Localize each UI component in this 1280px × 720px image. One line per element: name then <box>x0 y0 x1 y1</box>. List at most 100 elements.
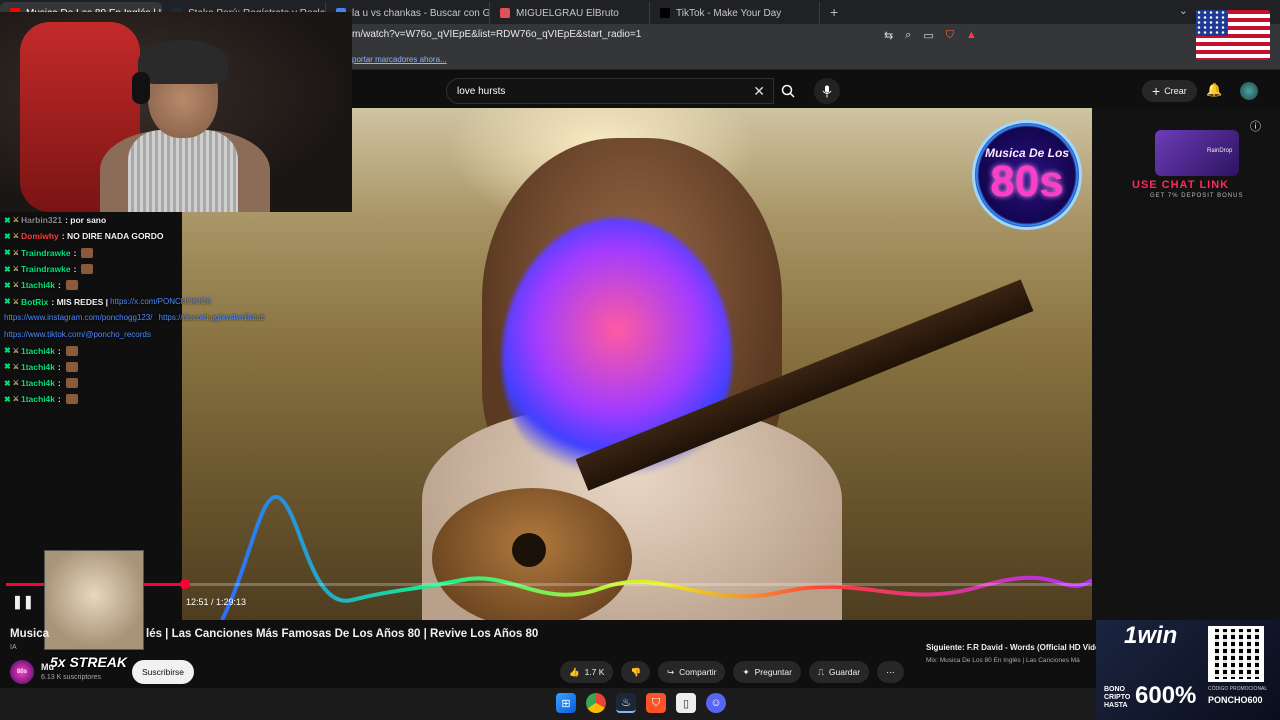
save-label: Guardar <box>828 667 861 677</box>
video-title: lés | Las Canciones Más Famosas De Los A… <box>146 628 539 640</box>
chat-username[interactable]: Harbin321 <box>21 215 62 225</box>
video-progress-bar[interactable] <box>6 579 1092 589</box>
discord-icon[interactable]: ☺ <box>706 693 726 713</box>
subscriber-badge-icon: ⚔ <box>12 282 19 290</box>
zoom-icon[interactable]: ⌕ <box>905 29 911 42</box>
moderator-badge-icon: ✖ <box>4 362 11 372</box>
thumbs-down-icon: 👎 <box>630 666 642 677</box>
info-icon[interactable]: ⓘ <box>1250 118 1261 134</box>
streamer-hair <box>138 40 228 84</box>
headphones-icon <box>132 72 150 104</box>
chat-message: ✖ ⚔ 1tachi4k: <box>0 342 340 358</box>
search-button[interactable] <box>774 78 802 104</box>
bookmark-icon: ⎍ <box>817 666 824 677</box>
streak-counter: 5x STREAK <box>50 654 128 670</box>
create-button[interactable]: + Crear <box>1142 80 1197 102</box>
channel-avatar[interactable]: 80s <box>10 660 34 684</box>
chat-username[interactable]: 1tachi4k <box>21 346 55 356</box>
promo-code-label: CÓDIGO PROMOCIONAL <box>1208 686 1268 692</box>
ask-button[interactable]: ✦ Preguntar <box>733 661 801 683</box>
meme-overlay-image <box>44 550 144 650</box>
channel-name[interactable]: Mu <box>41 662 54 672</box>
chat-username[interactable]: 1tachi4k <box>21 280 55 290</box>
audio-visualizer-wave <box>220 495 1092 620</box>
chat-message: https://www.tiktok.com/@poncho_records <box>0 326 340 342</box>
brave-shield-icon[interactable]: ⛉ <box>946 29 954 42</box>
us-flag-overlay <box>1196 10 1270 60</box>
promo-code: PONCHO600 <box>1208 695 1263 705</box>
chat-link[interactable]: https://www.instagram.com/ponchogg123/ <box>4 313 153 322</box>
moderator-badge-icon: ✖ <box>4 280 11 290</box>
browser-tab[interactable]: MIGUELGRAU ElBruto <box>490 2 650 24</box>
steam-icon[interactable]: ♨ <box>616 693 636 713</box>
create-label: Crear <box>1164 86 1187 96</box>
voice-search-button[interactable] <box>814 78 840 104</box>
tab-label: la u vs chankas - Buscar con Google <box>352 7 490 19</box>
dislike-button[interactable]: 👎 <box>621 661 651 683</box>
subscriber-badge-icon: ⚔ <box>12 347 19 355</box>
windows-start-icon[interactable]: ⊞ <box>556 693 576 713</box>
chat-emote-icon <box>81 247 94 258</box>
chat-text: : <box>58 280 61 291</box>
taskbar-icons: ⊞ ♨ ⛉ ▯ ☺ <box>556 693 726 713</box>
moderator-badge-icon: ✖ <box>4 231 11 241</box>
chat-text: : <box>58 378 61 389</box>
chat-text: : <box>58 345 61 356</box>
tab-search-icon[interactable]: ⌄ <box>1179 4 1188 17</box>
like-button[interactable]: 👍 1.7 K <box>560 661 614 683</box>
search-box[interactable]: love hursts ✕ <box>446 78 774 104</box>
chat-username[interactable]: Traindrawke <box>21 248 71 258</box>
chat-emote-icon <box>65 345 78 356</box>
url-text[interactable]: m/watch?v=W76o_qVIEpE&list=RDW76o_qVIEpE… <box>352 29 641 40</box>
save-button[interactable]: ⎍ Guardar <box>808 661 870 683</box>
moderator-badge-icon: ✖ <box>4 394 11 404</box>
chat-username[interactable]: 1tachi4k <box>21 394 55 404</box>
chat-message: ✖ ⚔ Traindrawke: <box>0 261 340 277</box>
subscribe-button[interactable]: Suscribirse <box>132 660 195 684</box>
chat-message: ✖ ⚔ 1tachi4k: <box>0 359 340 375</box>
chat-username[interactable]: 1tachi4k <box>21 362 55 372</box>
progress-scrubber-handle[interactable] <box>179 579 190 589</box>
brave-rewards-icon[interactable]: ▲ <box>966 29 977 42</box>
brave-icon[interactable]: ⛉ <box>646 693 666 713</box>
up-next-title[interactable]: Siguiente: F.R David - Words (Official H… <box>926 643 1100 652</box>
browser-tab[interactable]: TikTok - Make Your Day <box>650 2 820 24</box>
share-button[interactable]: ↪ Compartir <box>658 661 726 683</box>
bonus-text: BONO CRIPTO HASTA <box>1104 686 1131 709</box>
chat-text: : MIS REDES | <box>51 296 109 307</box>
chat-link[interactable]: https://discord.gg/xw4wrBdtcb <box>159 313 265 322</box>
plus-icon: + <box>1152 83 1161 99</box>
cast-icon[interactable]: ▭ <box>923 29 933 42</box>
up-next-mix: Mix: Musica De Los 80 En Inglés | Las Ca… <box>926 657 1080 664</box>
search-input[interactable]: love hursts <box>457 86 505 97</box>
clear-search-icon[interactable]: ✕ <box>753 83 765 100</box>
account-avatar[interactable] <box>1240 82 1258 100</box>
chat-username[interactable]: Traindrawke <box>21 264 71 274</box>
chrome-icon[interactable] <box>586 693 606 713</box>
new-tab-button[interactable]: + <box>830 4 838 20</box>
chat-link[interactable]: https://www.tiktok.com/@poncho_records <box>4 330 151 339</box>
tab-favicon-icon <box>660 8 670 18</box>
chat-text: : <box>73 247 77 258</box>
bonus-percent: 600% <box>1135 682 1197 709</box>
moderator-badge-icon: ✖ <box>4 346 11 356</box>
chat-message: ✖ ⚔ Traindrawke: <box>0 245 340 261</box>
tab-favicon-icon <box>500 8 510 18</box>
subscriber-badge-icon: ⚔ <box>12 266 19 274</box>
streamer-tank-top <box>128 130 238 212</box>
chat-message: ✖ ⚔ BotRix: MIS REDES | https://x.com/PONCH… <box>0 293 340 309</box>
more-actions-button[interactable]: ⋯ <box>877 661 904 683</box>
translate-icon[interactable]: ⇆ <box>884 29 893 42</box>
screen: Musica De Los 80 En Inglés | L✕Stake Per… <box>0 0 1280 720</box>
chat-link[interactable]: https://x.com/PONCHOKICK <box>110 297 211 306</box>
file-icon[interactable]: ▯ <box>676 693 696 713</box>
pause-button[interactable]: ❚❚ <box>12 594 34 610</box>
chat-username[interactable]: Domiwhy <box>21 231 59 241</box>
chat-username[interactable]: 1tachi4k <box>21 378 55 388</box>
chat-text: : <box>58 394 61 405</box>
notifications-bell-icon[interactable]: 🔔 <box>1206 82 1222 98</box>
share-icon: ↪ <box>667 666 675 677</box>
import-bookmarks-link[interactable]: portar marcadores ahora... <box>352 55 447 64</box>
moderator-badge-icon: ✖ <box>4 264 11 274</box>
chat-username[interactable]: BotRix <box>21 297 48 307</box>
